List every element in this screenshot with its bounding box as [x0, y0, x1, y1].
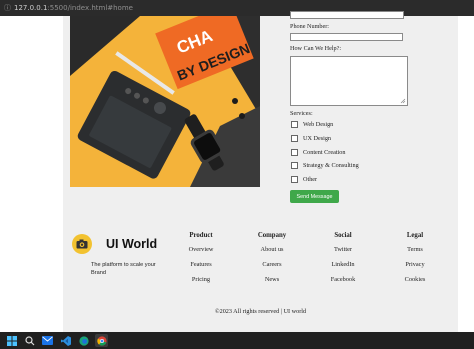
column-title: Legal	[406, 232, 424, 239]
services-label: Services:	[290, 110, 313, 117]
help-textarea[interactable]	[290, 56, 408, 106]
phone-input[interactable]	[290, 33, 403, 41]
option-label: Other	[303, 176, 318, 183]
page-right-margin	[458, 16, 474, 332]
footer-column-legal: Legal Terms Privacy Cookies	[385, 232, 445, 291]
checkbox[interactable]	[291, 149, 298, 156]
url-host: 127.0.0.1	[14, 4, 48, 12]
checkbox[interactable]	[291, 121, 298, 128]
option-label: UX Design	[303, 135, 332, 142]
windows-taskbar	[0, 332, 474, 349]
camera-logo-icon	[72, 234, 92, 254]
windows-start-icon[interactable]	[5, 334, 18, 347]
footer-link-about-us[interactable]: About us	[242, 246, 302, 261]
search-icon[interactable]	[23, 334, 36, 347]
footer-link-news[interactable]: News	[242, 276, 302, 291]
help-label: How Can We Help?:	[290, 45, 342, 52]
service-option-content-creation[interactable]: Content Creation	[291, 149, 345, 156]
checkbox[interactable]	[291, 162, 298, 169]
option-label: Content Creation	[303, 149, 346, 156]
column-title: Social	[334, 232, 352, 239]
footer-column-product: Product Overview Features Pricing	[171, 232, 231, 291]
copyright-text: ©2023 All rights reserved | UI world	[214, 308, 307, 315]
footer-link-privacy[interactable]: Privacy	[385, 261, 445, 276]
url-text[interactable]: 127.0.0.1:5500/index.html#home	[14, 4, 133, 12]
footer-link-twitter[interactable]: Twitter	[313, 246, 373, 261]
brand-tagline: The platform to scale your Brand	[91, 262, 156, 276]
column-title: Product	[189, 232, 213, 239]
service-option-web-design[interactable]: Web Design	[291, 121, 333, 128]
footer-link-facebook[interactable]: Facebook	[313, 276, 373, 291]
previous-field-input[interactable]	[290, 11, 404, 19]
edge-icon[interactable]	[77, 334, 90, 347]
footer-link-terms[interactable]: Terms	[385, 246, 445, 261]
resize-handle-icon[interactable]	[400, 98, 406, 104]
option-label: Web Design	[303, 121, 334, 128]
send-message-button[interactable]: Send Message	[290, 190, 339, 203]
footer-column-company: Company About us Careers News	[242, 232, 302, 291]
vscode-icon[interactable]	[59, 334, 72, 347]
footer-link-overview[interactable]: Overview	[171, 246, 231, 261]
info-icon[interactable]: ⓘ	[4, 3, 14, 13]
service-option-other[interactable]: Other	[291, 176, 317, 183]
footer-link-pricing[interactable]: Pricing	[171, 276, 231, 291]
chrome-icon[interactable]	[95, 334, 108, 347]
service-option-strategy[interactable]: Strategy & Consulting	[291, 162, 359, 169]
footer-column-social: Social Twitter LinkedIn Facebook	[313, 232, 373, 291]
checkbox[interactable]	[291, 176, 298, 183]
page-left-margin	[0, 16, 63, 332]
service-option-ux-design[interactable]: UX Design	[291, 135, 331, 142]
column-title: Company	[257, 232, 287, 239]
url-path: :5500/index.html#home	[47, 4, 133, 12]
checkbox[interactable]	[291, 135, 298, 142]
footer-link-careers[interactable]: Careers	[242, 261, 302, 276]
option-label: Strategy & Consulting	[303, 162, 359, 169]
footer-link-cookies[interactable]: Cookies	[385, 276, 445, 291]
hero-image: CHA BY DESIGN	[70, 16, 260, 187]
mail-icon[interactable]	[41, 334, 54, 347]
phone-label: Phone Number:	[290, 23, 330, 30]
brand-name: UI World	[106, 237, 158, 251]
footer-link-linkedin[interactable]: LinkedIn	[313, 261, 373, 276]
footer-link-features[interactable]: Features	[171, 261, 231, 276]
